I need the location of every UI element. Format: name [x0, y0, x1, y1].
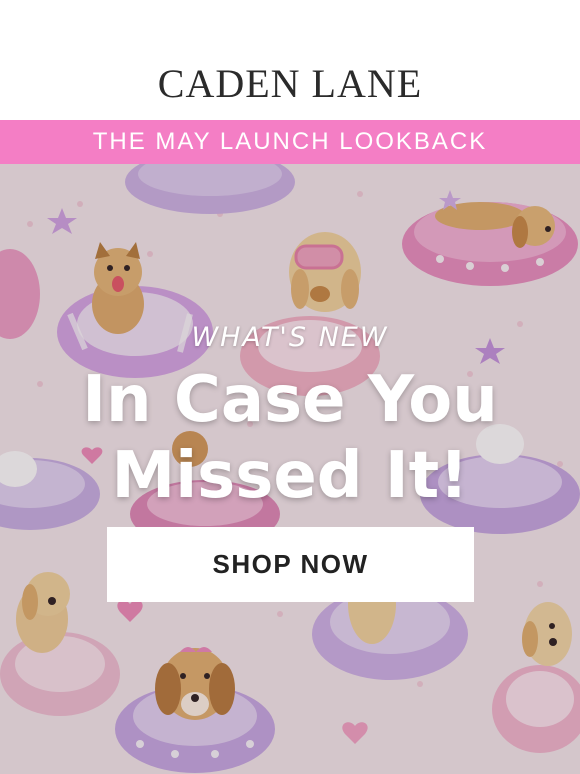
promo-banner: THE MAY LAUNCH LOOKBACK [0, 120, 580, 164]
hero-headline-line-1: In Case You [82, 363, 498, 437]
hero-headline-line-2: Missed It! [111, 439, 469, 513]
email-header: CADEN LANE [0, 0, 580, 120]
hero-eyebrow: WHAT'S NEW [191, 322, 389, 353]
promo-banner-text: THE MAY LAUNCH LOOKBACK [92, 128, 488, 155]
brand-logo[interactable]: CADEN LANE [0, 60, 580, 107]
hero-section[interactable]: WHAT'S NEW In Case You Missed It! SHOP N… [0, 164, 580, 774]
shop-now-button[interactable]: SHOP NOW [107, 527, 474, 602]
